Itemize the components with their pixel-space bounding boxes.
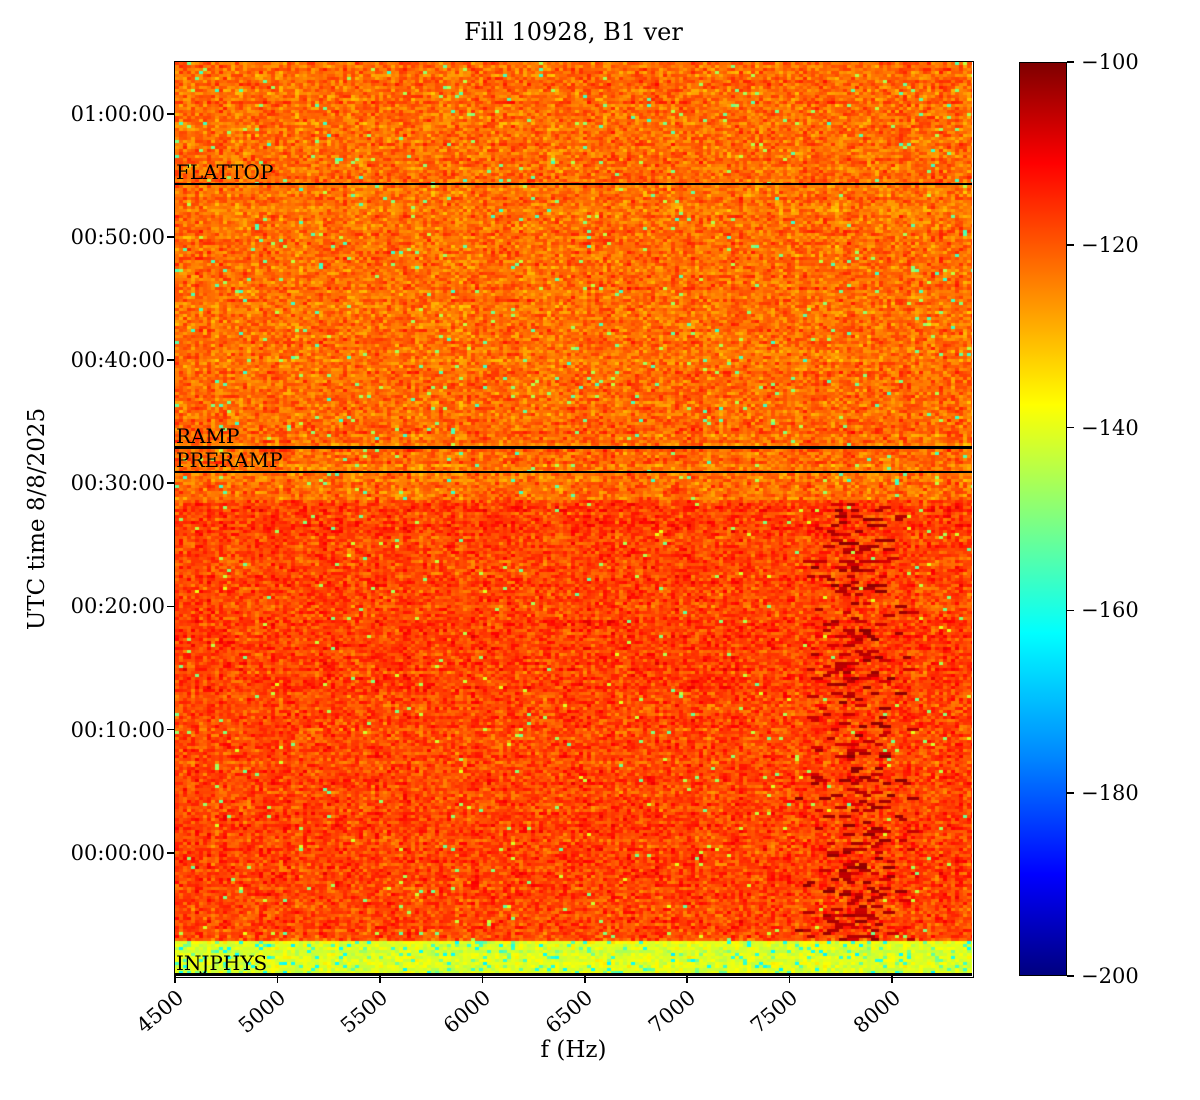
spectrogram-heatmap — [175, 62, 972, 976]
y-tick-mark — [167, 359, 174, 361]
colorbar-tick-mark — [1067, 792, 1074, 794]
x-tick-label: 6500 — [541, 985, 598, 1038]
colorbar-tick-label: −140 — [1081, 415, 1139, 440]
colorbar-tick-mark — [1067, 244, 1074, 246]
chart-title: Fill 10928, B1 ver — [464, 18, 683, 46]
colorbar-tick-mark — [1067, 609, 1074, 612]
y-tick-label: 00:50:00 — [70, 224, 165, 249]
y-tick-label: 00:10:00 — [70, 717, 165, 742]
y-tick-mark — [167, 728, 174, 731]
x-tick-mark — [276, 976, 279, 983]
y-tick-label: 00:40:00 — [70, 348, 165, 373]
preramp-label: PRERAMP — [176, 448, 283, 473]
y-tick-mark — [167, 236, 174, 238]
x-tick-label: 5000 — [233, 985, 291, 1038]
y-axis-label: UTC time 8/8/2025 — [20, 62, 54, 976]
colorbar-tick-label: −160 — [1081, 598, 1139, 623]
y-tick-mark — [167, 482, 174, 485]
plot-area: FLATTOP RAMP PRERAMP INJPHYS — [173, 60, 974, 978]
ramp-label: RAMP — [176, 423, 240, 448]
colorbar-tick-label: −120 — [1081, 232, 1139, 257]
x-tick-label: 7000 — [643, 985, 701, 1038]
x-tick-label: 8000 — [848, 985, 905, 1038]
colorbar-tick-label: −180 — [1081, 781, 1139, 806]
colorbar — [1019, 62, 1067, 976]
injphys-label: INJPHYS — [176, 950, 268, 975]
x-tick-mark — [583, 976, 586, 983]
x-tick-mark — [481, 976, 484, 983]
x-tick-mark — [788, 976, 791, 983]
y-tick-label: 00:30:00 — [70, 471, 165, 496]
y-tick-mark — [167, 112, 174, 115]
preramp-line — [175, 470, 972, 474]
spectrogram-figure: Fill 10928, B1 ver UTC time 8/8/2025 FLA… — [0, 0, 1200, 1100]
x-tick-mark — [379, 976, 381, 983]
x-tick-mark — [174, 976, 176, 983]
flattop-line — [175, 182, 972, 186]
y-tick-label: 00:00:00 — [70, 840, 165, 865]
colorbar-tick-label: −200 — [1081, 964, 1139, 988]
flattop-label: FLATTOP — [176, 159, 274, 184]
colorbar-tick-label: −100 — [1081, 50, 1139, 74]
colorbar-tick-mark — [1067, 426, 1074, 429]
injphys-line — [175, 973, 972, 976]
x-tick-mark — [686, 976, 688, 983]
x-tick-label: 7500 — [746, 985, 803, 1038]
y-tick-label: 01:00:00 — [70, 101, 165, 126]
x-tick-mark — [891, 976, 893, 983]
y-tick-mark — [167, 852, 174, 854]
y-tick-label: 00:20:00 — [70, 594, 165, 619]
ramp-line — [175, 446, 972, 449]
colorbar-tick-mark — [1067, 975, 1074, 977]
x-axis-label: f (Hz) — [540, 1037, 607, 1063]
x-tick-label: 4500 — [131, 985, 188, 1038]
x-tick-label: 5500 — [336, 985, 393, 1038]
x-tick-label: 6000 — [438, 985, 496, 1038]
y-tick-mark — [167, 605, 174, 608]
colorbar-tick-mark — [1067, 61, 1074, 63]
